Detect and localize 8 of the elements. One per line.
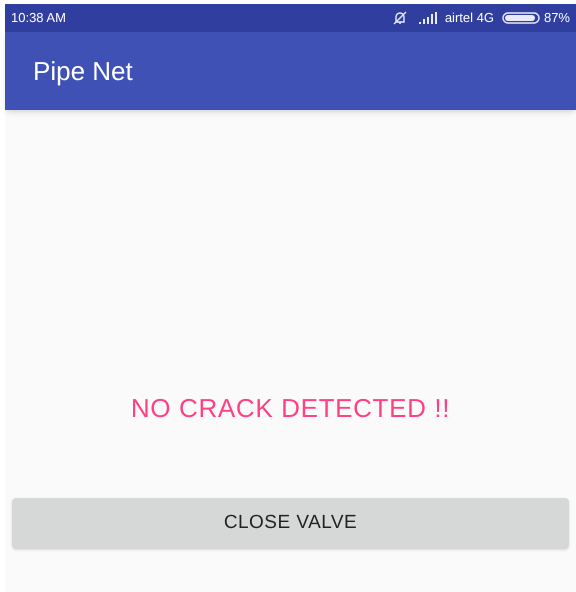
battery-percent: 87% bbox=[544, 9, 570, 28]
app-title: Pipe Net bbox=[33, 54, 133, 88]
clock: 10:38 AM bbox=[11, 9, 66, 28]
carrier-label: airtel 4G bbox=[444, 9, 494, 28]
battery-icon bbox=[502, 12, 540, 24]
close-valve-button[interactable]: CLOSE VALVE bbox=[12, 498, 569, 549]
signal-icon bbox=[418, 12, 437, 24]
status-message: NO CRACK DETECTED !! bbox=[130, 392, 450, 425]
